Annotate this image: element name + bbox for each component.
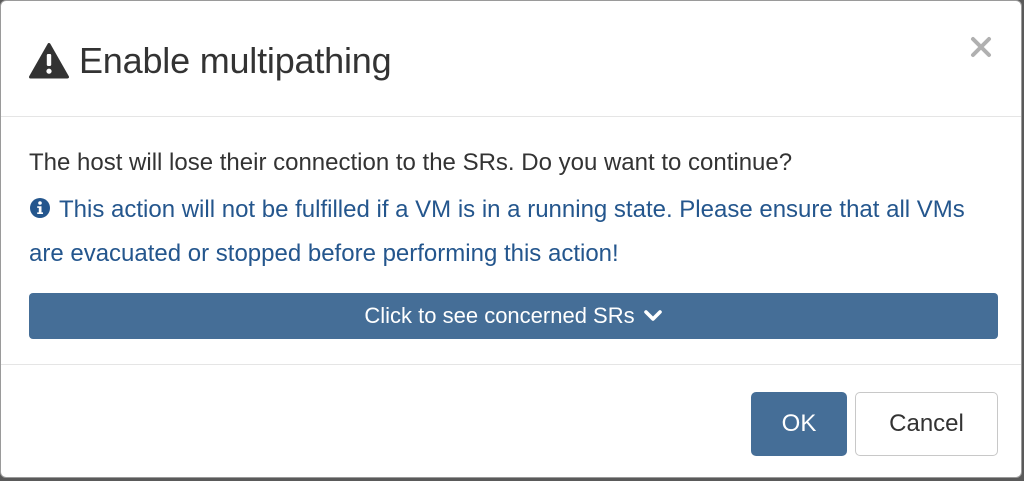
dialog-title: Enable multipathing — [29, 37, 392, 85]
ok-button[interactable]: OK — [751, 392, 847, 456]
show-concerned-srs-button[interactable]: Click to see concerned SRs — [29, 293, 998, 339]
dialog-header: Enable multipathing — [1, 1, 1021, 117]
warning-triangle-icon — [29, 43, 69, 79]
dialog-title-text: Enable multipathing — [79, 40, 392, 81]
chevron-down-icon — [635, 303, 663, 329]
dialog-body: The host will lose their connection to t… — [1, 117, 1021, 365]
close-button[interactable] — [967, 35, 995, 63]
show-concerned-srs-label: Click to see concerned SRs — [364, 303, 635, 328]
close-icon — [970, 36, 992, 63]
running-vm-warning: This action will not be fulfilled if a V… — [29, 189, 979, 275]
enable-multipathing-dialog: Enable multipathing The host will lose t… — [0, 0, 1022, 478]
warning-text: This action will not be fulfilled if a V… — [29, 196, 965, 267]
dialog-footer: OK Cancel — [1, 365, 1021, 479]
confirmation-question: The host will lose their connection to t… — [29, 149, 793, 176]
info-circle-icon — [29, 191, 51, 233]
cancel-button[interactable]: Cancel — [855, 392, 998, 456]
